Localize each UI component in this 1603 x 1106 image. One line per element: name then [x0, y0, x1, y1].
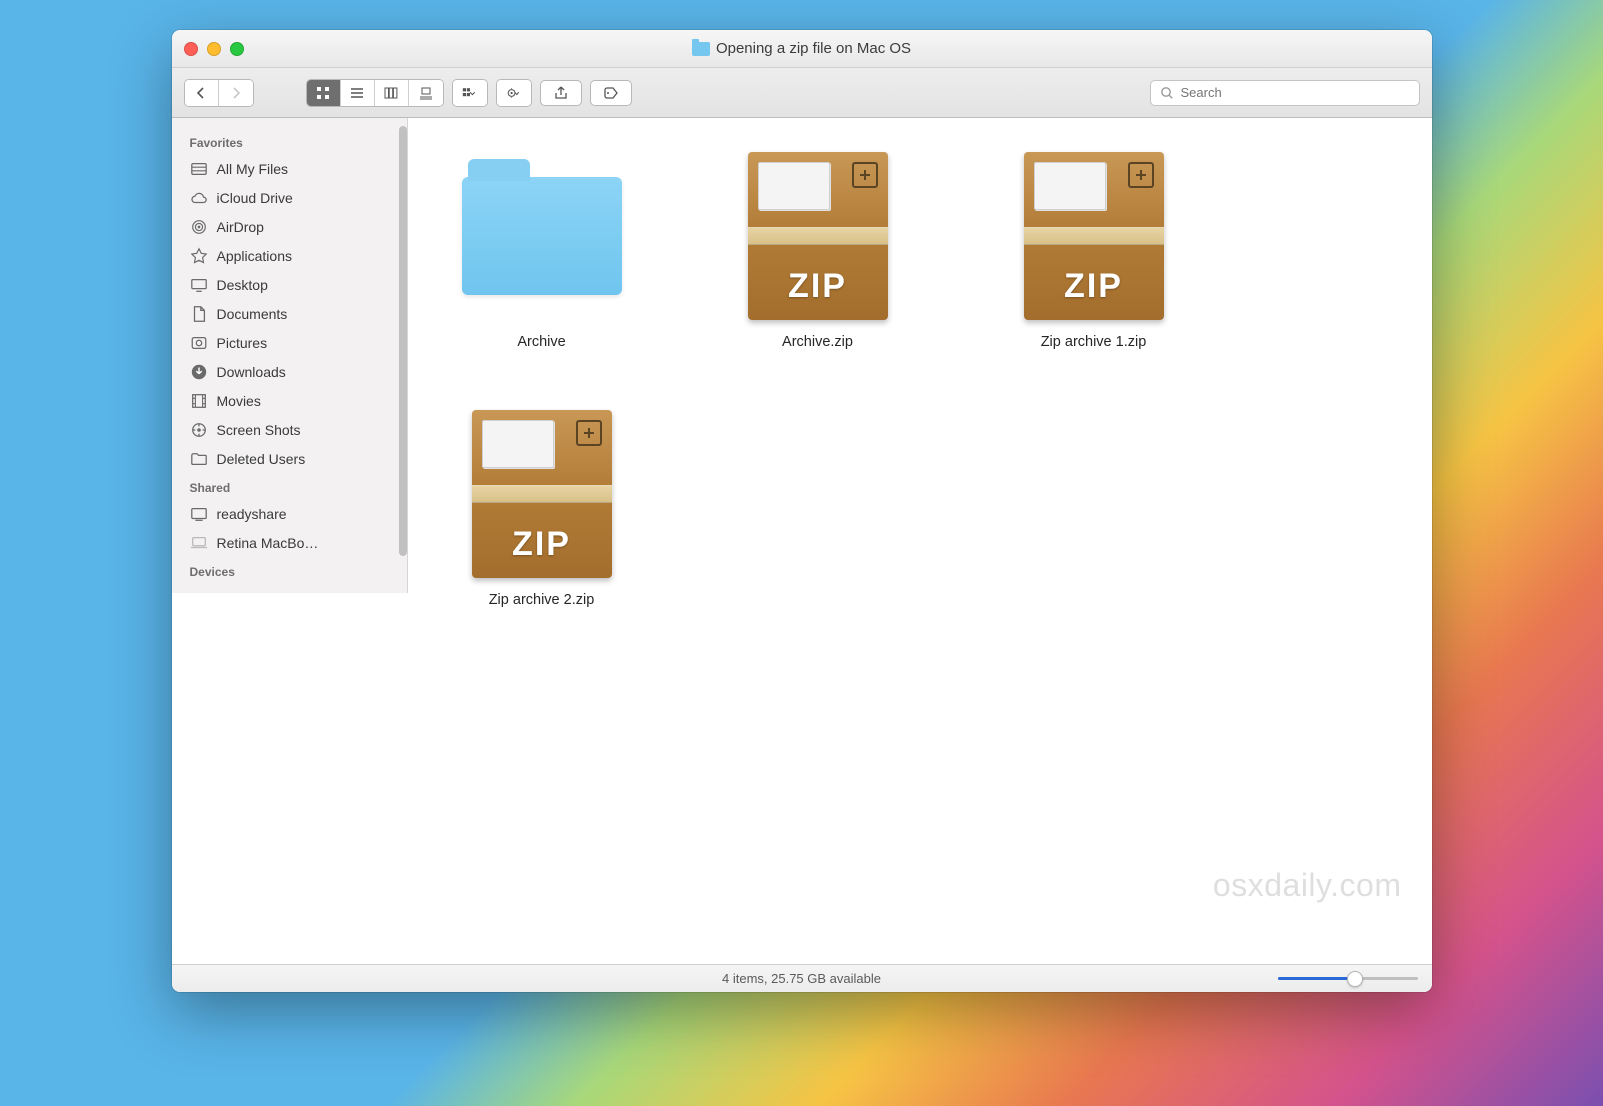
sidebar-heading: Shared — [172, 473, 407, 499]
sidebar-item-label: Screen Shots — [217, 422, 301, 438]
back-button[interactable] — [185, 80, 219, 106]
icon-size-slider[interactable] — [1278, 977, 1418, 980]
file-browser[interactable]: Archive ZIP Archive.zip ZIP Zip archive 1.zi… — [408, 118, 1432, 964]
documents-icon — [190, 304, 209, 323]
applications-icon — [190, 246, 209, 265]
share-button[interactable] — [540, 80, 582, 106]
search-field[interactable] — [1150, 80, 1420, 106]
pictures-icon — [190, 333, 209, 352]
minimize-window-button[interactable] — [207, 42, 221, 56]
sidebar-item-icloud-drive[interactable]: iCloud Drive — [172, 183, 407, 212]
sidebar-item-desktop[interactable]: Desktop — [172, 270, 407, 299]
file-label: Archive — [517, 334, 565, 350]
forward-button[interactable] — [219, 80, 253, 106]
laptop-icon — [190, 533, 209, 552]
finder-window: Opening a zip file on Mac OS — [172, 30, 1432, 992]
folder-icon — [454, 148, 630, 324]
folder-icon — [190, 449, 209, 468]
sidebar-item-label: iCloud Drive — [217, 190, 293, 206]
tags-button[interactable] — [590, 80, 632, 106]
screenshots-icon — [190, 420, 209, 439]
window-controls — [184, 42, 244, 56]
arrange-button[interactable] — [453, 80, 487, 106]
sidebar-heading: Devices — [172, 557, 407, 583]
sidebar-item-label: Desktop — [217, 277, 268, 293]
nav-buttons — [184, 79, 254, 107]
sidebar-item-label: AirDrop — [217, 219, 264, 235]
zip-archive-icon: ZIP — [730, 148, 906, 324]
movies-icon — [190, 391, 209, 410]
sidebar-item-label: Deleted Users — [217, 451, 306, 467]
window-title-text: Opening a zip file on Mac OS — [716, 40, 911, 57]
airdrop-icon — [190, 217, 209, 236]
scrollbar-thumb[interactable] — [399, 126, 407, 556]
sidebar-item-airdrop[interactable]: AirDrop — [172, 212, 407, 241]
network-drive-icon — [190, 504, 209, 523]
icon-view-button[interactable] — [307, 80, 341, 106]
sidebar-item-label: Pictures — [217, 335, 268, 351]
sidebar-item-downloads[interactable]: Downloads — [172, 357, 407, 386]
desktop-icon — [190, 275, 209, 294]
sidebar-item-screen-shots[interactable]: Screen Shots — [172, 415, 407, 444]
action-menu — [496, 79, 532, 107]
file-label: Zip archive 1.zip — [1041, 334, 1147, 350]
arrange-menu — [452, 79, 488, 107]
status-bar: 4 items, 25.75 GB available — [172, 964, 1432, 992]
sidebar-item-documents[interactable]: Documents — [172, 299, 407, 328]
column-view-button[interactable] — [375, 80, 409, 106]
zoom-window-button[interactable] — [230, 42, 244, 56]
sidebar-item-label: Documents — [217, 306, 288, 322]
zip-archive-icon: ZIP — [454, 406, 630, 582]
sidebar-item-all-my-files[interactable]: All My Files — [172, 154, 407, 183]
sidebar-item-retina-macbo[interactable]: Retina MacBo… — [172, 528, 407, 557]
sidebar-item-readyshare[interactable]: readyshare — [172, 499, 407, 528]
file-item[interactable]: ZIP Zip archive 1.zip — [994, 148, 1194, 350]
sidebar-item-deleted-users[interactable]: Deleted Users — [172, 444, 407, 473]
sidebar-item-label: readyshare — [217, 506, 287, 522]
all-my-files-icon — [190, 159, 209, 178]
toolbar — [172, 68, 1432, 118]
status-text: 4 items, 25.75 GB available — [722, 971, 881, 986]
action-button[interactable] — [497, 80, 531, 106]
sidebar-item-applications[interactable]: Applications — [172, 241, 407, 270]
sidebar-item-label: All My Files — [217, 161, 289, 177]
list-view-button[interactable] — [341, 80, 375, 106]
titlebar[interactable]: Opening a zip file on Mac OS — [172, 30, 1432, 68]
file-item[interactable]: ZIP Archive.zip — [718, 148, 918, 350]
view-switcher — [306, 79, 444, 107]
sidebar-item-label: Movies — [217, 393, 261, 409]
sidebar-item-label: Applications — [217, 248, 293, 264]
sidebar: Favorites All My Files iCloud Drive AirDrop… — [172, 118, 408, 593]
folder-icon — [692, 42, 710, 56]
search-input[interactable] — [1181, 85, 1411, 100]
window-title: Opening a zip file on Mac OS — [172, 40, 1432, 57]
sidebar-item-label: Downloads — [217, 364, 286, 380]
watermark: osxdaily.com — [1213, 867, 1402, 904]
file-label: Zip archive 2.zip — [489, 592, 595, 608]
search-icon — [1159, 85, 1175, 101]
file-item[interactable]: Archive — [442, 148, 642, 350]
coverflow-view-button[interactable] — [409, 80, 443, 106]
file-item[interactable]: ZIP Zip archive 2.zip — [442, 406, 642, 608]
sidebar-item-label: Retina MacBo… — [217, 535, 319, 551]
close-window-button[interactable] — [184, 42, 198, 56]
sidebar-item-movies[interactable]: Movies — [172, 386, 407, 415]
downloads-icon — [190, 362, 209, 381]
sidebar-heading: Favorites — [172, 128, 407, 154]
icloud-icon — [190, 188, 209, 207]
file-label: Archive.zip — [782, 334, 853, 350]
zip-archive-icon: ZIP — [1006, 148, 1182, 324]
sidebar-item-pictures[interactable]: Pictures — [172, 328, 407, 357]
